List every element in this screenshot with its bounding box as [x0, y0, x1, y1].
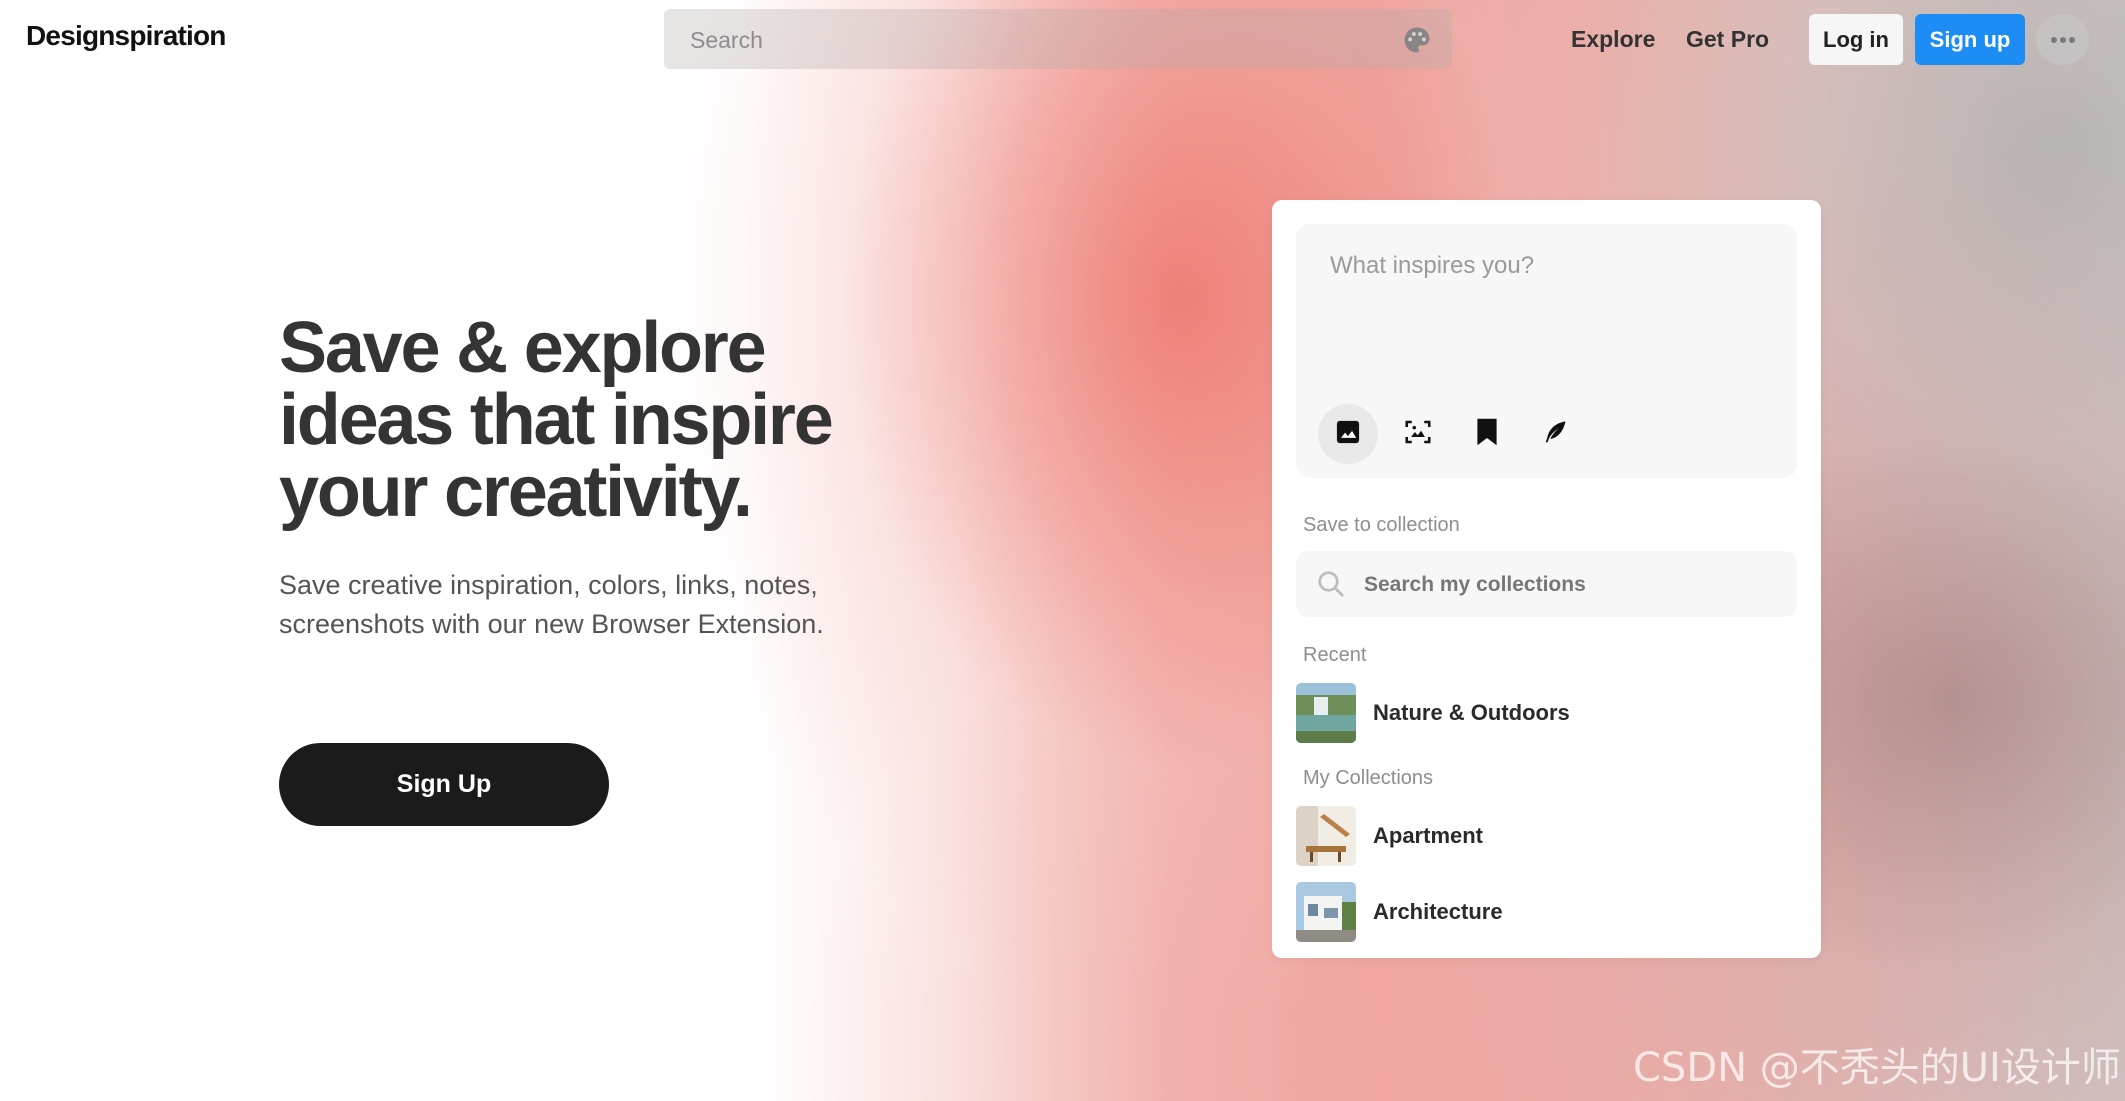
hero-title: Save & explore ideas that inspire your cre…: [279, 312, 979, 528]
ellipsis-icon: [2050, 31, 2076, 49]
bookmark-button[interactable]: [1457, 404, 1517, 464]
search-icon: [1316, 569, 1346, 599]
collection-item-architecture[interactable]: Architecture: [1296, 882, 1797, 942]
collection-thumbnail: [1296, 882, 1356, 942]
nav-explore[interactable]: Explore: [1571, 26, 1655, 53]
inspiration-input[interactable]: [1328, 250, 1782, 354]
page-root: { "header": { "logo": "Designspiration",…: [0, 0, 2125, 1101]
screenshot-button[interactable]: [1388, 404, 1448, 464]
palette-icon[interactable]: [1402, 25, 1432, 55]
hero-subtitle: Save creative inspiration, colors, links…: [279, 566, 919, 644]
collections-search[interactable]: [1296, 551, 1797, 619]
nav-get-pro[interactable]: Get Pro: [1686, 26, 1769, 53]
note-button[interactable]: [1525, 404, 1585, 464]
hero-title-line: Save & explore: [279, 308, 767, 388]
save-to-collection-label: Save to collection: [1303, 514, 1460, 536]
log-in-button[interactable]: Log in: [1809, 14, 1903, 65]
collection-name: Nature & Outdoors: [1373, 700, 1570, 725]
collection-name: Architecture: [1373, 899, 1503, 924]
screenshot-icon: [1403, 417, 1433, 452]
collection-item-apartment[interactable]: Apartment: [1296, 806, 1797, 866]
quill-icon: [1541, 418, 1569, 451]
hero-title-line: your creativity.: [279, 452, 753, 532]
sign-up-button[interactable]: Sign up: [1915, 14, 2025, 65]
image-icon: [1334, 418, 1362, 451]
hero-sign-up-button[interactable]: Sign Up: [279, 743, 609, 826]
collection-name: Apartment: [1373, 823, 1484, 848]
search-bar[interactable]: [664, 9, 1452, 71]
collection-thumbnail: [1296, 683, 1356, 743]
top-navigation: Designspiration Explore Get Pro Log in S…: [0, 0, 2125, 78]
hero-subtitle-line: Save creative inspiration, colors, links…: [279, 570, 818, 600]
hero-subtitle-line: screenshots with our new Browser Extensi…: [279, 609, 824, 639]
recent-label: Recent: [1303, 644, 1367, 666]
inspiration-composer: [1296, 224, 1797, 478]
bookmark-icon: [1475, 417, 1499, 452]
collection-thumbnail: [1296, 806, 1356, 866]
hero-title-line: ideas that inspire: [279, 380, 834, 460]
add-image-button[interactable]: [1318, 404, 1378, 464]
site-logo[interactable]: Designspiration: [26, 20, 226, 52]
collection-item-nature-outdoors[interactable]: Nature & Outdoors: [1296, 683, 1797, 743]
search-input[interactable]: [688, 9, 1372, 71]
collections-search-input[interactable]: [1362, 551, 1786, 619]
save-card: Save to collection Recent Nature & Outdo…: [1272, 200, 1821, 958]
my-collections-label: My Collections: [1303, 767, 1434, 789]
more-options-button[interactable]: [2036, 14, 2089, 65]
watermark-text: CSDN @不秃头的UI设计师: [1633, 1045, 2121, 1091]
